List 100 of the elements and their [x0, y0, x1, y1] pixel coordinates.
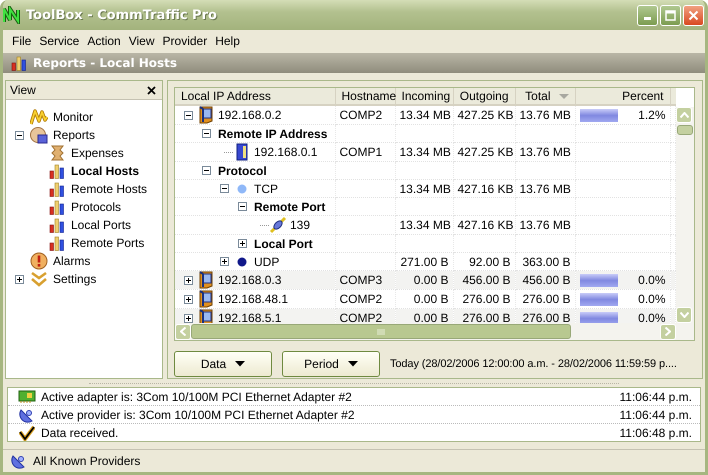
- expand-icon[interactable]: [220, 257, 228, 266]
- tree-item[interactable]: Monitor: [52, 109, 94, 125]
- column-header[interactable]: Total: [515, 88, 575, 105]
- tree-item[interactable]: Remote IP Address: [218, 126, 328, 140]
- minimize-button[interactable]: [637, 4, 658, 26]
- horizontal-scrollbar[interactable]: [175, 323, 694, 340]
- expand-icon[interactable]: [184, 276, 192, 284]
- table-cell: 276.00 B: [462, 292, 510, 306]
- table-row[interactable]: 139 13.34 MB 427.16 KB 13.76 MB: [175, 216, 676, 234]
- banner-icon: [49, 145, 65, 161]
- vertical-scrollbar[interactable]: [676, 107, 694, 323]
- column-header[interactable]: Hostname: [335, 88, 395, 105]
- menu-item[interactable]: File: [8, 34, 36, 48]
- table-cell: 13.76 MB: [520, 218, 571, 232]
- tree-item[interactable]: Expenses: [70, 145, 125, 161]
- alert-icon: [30, 252, 48, 270]
- collapse-icon[interactable]: [202, 129, 210, 138]
- column-header[interactable]: Incoming: [395, 88, 453, 105]
- scroll-thumb[interactable]: [191, 324, 571, 339]
- collapse-icon[interactable]: [238, 202, 246, 211]
- table-row[interactable]: 192.168.0.2 COMP2 13.34 MB 427.25 KB 13.76 MB 1.2%: [175, 105, 676, 124]
- expand-icon[interactable]: [184, 314, 192, 322]
- menu-item[interactable]: Action: [83, 34, 125, 48]
- log-message: Active adapter is: 3Com 10/100M PCI Ethernet Adapter #2: [41, 390, 353, 404]
- menu-item[interactable]: Service: [35, 34, 84, 48]
- bar-chart-icon: [49, 181, 65, 197]
- table-row[interactable]: Protocol: [175, 162, 676, 180]
- collapse-icon[interactable]: [184, 110, 192, 120]
- log-time: 11:06:44 p.m.: [620, 390, 692, 404]
- tree-item[interactable]: Reports: [52, 127, 96, 143]
- collapse-icon[interactable]: [14, 130, 24, 140]
- grip-icon[interactable]: [377, 328, 385, 334]
- maximize-button[interactable]: [660, 4, 681, 26]
- table-cell: 0.00 B: [414, 311, 448, 325]
- expand-icon[interactable]: [184, 294, 192, 304]
- collapse-icon[interactable]: [202, 166, 210, 175]
- table-row[interactable]: Remote IP Address: [175, 124, 676, 142]
- table-cell: 0.0%: [638, 311, 666, 325]
- panel-title: View: [10, 83, 36, 97]
- table-cell: COMP2: [340, 311, 382, 325]
- tree-item[interactable]: Remote Port: [254, 200, 326, 214]
- tree-item[interactable]: 192.168.0.2: [218, 108, 282, 122]
- tree-item[interactable]: 139: [290, 218, 310, 232]
- table-cell: 276.00 B: [522, 292, 570, 306]
- tree-item[interactable]: Alarms: [52, 253, 92, 269]
- table-row[interactable]: 192.168.0.3 COMP3 0.00 B 456.00 B 456.00 B 0.0%: [175, 270, 676, 290]
- tree-item[interactable]: Remote Hosts: [70, 181, 148, 197]
- menu-item[interactable]: Help: [211, 34, 244, 48]
- log-message: Data received.: [41, 426, 120, 440]
- menu-item[interactable]: Provider: [158, 34, 212, 48]
- scroll-thumb[interactable]: [677, 125, 693, 135]
- maximize-icon[interactable]: [665, 10, 676, 20]
- table-cell: 1.2%: [638, 108, 666, 122]
- tree-item[interactable]: UDP: [254, 254, 280, 268]
- zigzag-icon: [30, 109, 48, 125]
- table-cell: 276.00 B: [522, 311, 570, 325]
- tree-item[interactable]: TCP: [254, 182, 278, 196]
- table-cell: COMP2: [340, 292, 382, 306]
- table-cell: 92.00 B: [469, 254, 510, 268]
- close-button[interactable]: [683, 4, 704, 26]
- column-header[interactable]: Percent: [575, 88, 670, 105]
- sort-icon[interactable]: [558, 94, 568, 100]
- column-header[interactable]: Outgoing: [453, 88, 515, 105]
- tree-item[interactable]: Local Ports: [70, 217, 132, 233]
- tree-item[interactable]: Remote Ports: [70, 235, 146, 251]
- status-text: All Known Providers: [33, 454, 140, 468]
- monitor-icon: [197, 290, 215, 308]
- tree-item[interactable]: 192.168.0.1: [254, 145, 318, 159]
- table-row[interactable]: Remote Port: [175, 198, 676, 216]
- table-cell: 13.76 MB: [520, 108, 571, 122]
- chevrons-icon: [30, 271, 48, 287]
- expand-icon[interactable]: [14, 274, 24, 284]
- dropdown-button[interactable]: Period: [282, 351, 380, 377]
- menu-item[interactable]: View: [124, 34, 159, 48]
- dropdown-button[interactable]: Data: [174, 351, 272, 377]
- close-icon[interactable]: [147, 86, 156, 94]
- checkmark-icon: [19, 424, 35, 440]
- bar-chart-icon: [49, 199, 65, 215]
- monitor-icon: [197, 271, 215, 288]
- tree-item[interactable]: 192.168.48.1: [218, 292, 288, 306]
- table-row[interactable]: 192.168.0.1 COMP1 13.34 MB 427.25 KB 13.76 MB: [175, 142, 676, 162]
- caret-icon: [348, 361, 358, 367]
- expand-icon[interactable]: [238, 239, 246, 248]
- table-cell: 13.76 MB: [520, 182, 571, 196]
- book-icon: [235, 143, 249, 160]
- collapse-icon[interactable]: [220, 184, 228, 193]
- column-header[interactable]: Local IP Address: [175, 88, 335, 105]
- tree-item[interactable]: Settings: [52, 271, 98, 287]
- tree-item[interactable]: Local Hosts: [70, 163, 140, 179]
- tree-item[interactable]: Local Port: [254, 236, 313, 250]
- table-row[interactable]: Local Port: [175, 234, 676, 252]
- tree-item[interactable]: Protocol: [218, 164, 267, 178]
- table-row[interactable]: TCP 13.34 MB 427.16 KB 13.76 MB: [175, 180, 676, 198]
- caret-icon: [235, 361, 246, 367]
- tree-item[interactable]: Protocols: [70, 199, 122, 215]
- section-title: Reports - Local Hosts: [33, 56, 178, 70]
- window-title: ToolBox - CommTraffic Pro: [26, 8, 218, 22]
- table-cell: COMP3: [340, 273, 382, 287]
- protocol-dot: [237, 184, 247, 194]
- log-time: 11:06:48 p.m.: [620, 426, 692, 440]
